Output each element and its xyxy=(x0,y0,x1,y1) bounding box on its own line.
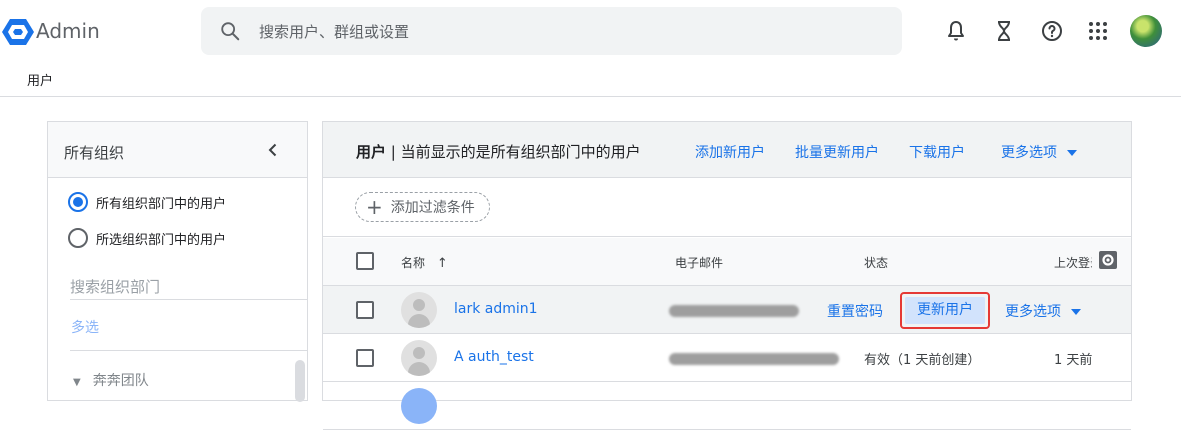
row-checkbox[interactable] xyxy=(356,349,374,367)
more-options-label: 更多选项 xyxy=(1001,145,1057,161)
column-name[interactable]: 名称 ↑ xyxy=(401,254,448,271)
header-divider xyxy=(0,96,1181,97)
sidebar-divider xyxy=(70,350,307,351)
multi-select-link[interactable]: 多选 xyxy=(71,317,99,337)
add-filter-button[interactable]: + 添加过滤条件 xyxy=(355,192,490,222)
search-input[interactable]: 搜索用户、群组或设置 xyxy=(259,21,409,42)
table-row[interactable]: lark admin1 重置密码 更新用户 更多选项 xyxy=(323,286,1131,334)
redacted-email xyxy=(669,353,839,365)
radio-all-org-users[interactable]: 所有组织部门中的用户 xyxy=(68,192,226,212)
update-user-highlight: 更新用户 xyxy=(900,292,990,329)
users-panel: 用户 | 当前显示的是所有组织部门中的用户 添加新用户 批量更新用户 下载用户 … xyxy=(322,121,1132,430)
select-all-checkbox[interactable] xyxy=(356,252,374,270)
panel-title-rest: | 当前显示的是所有组织部门中的用户 xyxy=(386,143,641,161)
bulk-update-button[interactable]: 批量更新用户 xyxy=(795,142,879,162)
user-status: 有效（1 天前创建） xyxy=(864,353,981,368)
panel-title: 用户 | 当前显示的是所有组织部门中的用户 xyxy=(356,141,641,162)
gear-icon[interactable] xyxy=(1098,250,1118,270)
user-name-link[interactable]: A auth_test xyxy=(454,349,534,365)
column-name-label: 名称 xyxy=(401,256,426,270)
app-title[interactable]: Admin xyxy=(36,19,100,43)
row-more-options-button[interactable]: 更多选项 xyxy=(1005,301,1081,321)
users-panel-header: 用户 | 当前显示的是所有组织部门中的用户 添加新用户 批量更新用户 下载用户 … xyxy=(323,122,1131,178)
filter-bar: + 添加过滤条件 xyxy=(323,179,1131,237)
row-checkbox[interactable] xyxy=(356,301,374,319)
org-tree-label: 奔奔团队 xyxy=(92,373,149,389)
breadcrumb: 用户 xyxy=(27,74,54,89)
radio-label: 所选组织部门中的用户 xyxy=(96,232,227,248)
column-status[interactable]: 状态 xyxy=(864,254,888,271)
bell-icon[interactable] xyxy=(944,19,968,43)
sidebar-title: 所有组织 xyxy=(64,144,125,162)
org-search-input[interactable]: 搜索组织部门 xyxy=(70,274,307,300)
avatar xyxy=(401,292,437,328)
more-options-button[interactable]: 更多选项 xyxy=(1001,142,1077,162)
last-login-value: 1 天前 xyxy=(1054,353,1093,368)
row-more-options-label: 更多选项 xyxy=(1005,304,1061,320)
org-tree-item[interactable]: ▼ 奔奔团队 xyxy=(73,370,149,390)
sidebar-scrollbar[interactable] xyxy=(295,360,305,402)
update-user-button[interactable]: 更新用户 xyxy=(905,297,985,324)
admin-logo-icon[interactable] xyxy=(2,18,34,46)
radio-label: 所有组织部门中的用户 xyxy=(96,196,227,212)
sort-arrow-up-icon[interactable]: ↑ xyxy=(437,256,448,271)
add-user-button[interactable]: 添加新用户 xyxy=(695,142,765,162)
radio-button[interactable] xyxy=(68,228,88,248)
search-bar[interactable]: 搜索用户、群组或设置 xyxy=(201,7,902,55)
chevron-left-icon[interactable] xyxy=(263,140,283,160)
table-row[interactable]: A auth_test 有效（1 天前创建） 1 天前 xyxy=(323,334,1131,382)
caret-down-icon xyxy=(1067,150,1077,156)
column-last-login[interactable]: 上次登录 xyxy=(1054,254,1092,271)
radio-selected-org-users[interactable]: 所选组织部门中的用户 xyxy=(68,228,226,248)
apps-grid-icon[interactable] xyxy=(1086,19,1110,43)
reset-password-button[interactable]: 重置密码 xyxy=(827,301,883,321)
add-filter-label: 添加过滤条件 xyxy=(390,200,475,216)
avatar xyxy=(401,388,437,424)
panel-title-bold: 用户 xyxy=(356,143,387,161)
hourglass-icon[interactable] xyxy=(992,19,1016,43)
download-users-button[interactable]: 下载用户 xyxy=(909,142,965,162)
redacted-email xyxy=(669,305,799,317)
avatar xyxy=(401,340,437,376)
org-sidebar: 所有组织 所有组织部门中的用户 所选组织部门中的用户 搜索组织部门 多选 ▼ 奔奔… xyxy=(47,121,308,402)
sidebar-header: 所有组织 xyxy=(48,122,307,178)
user-name-link[interactable]: lark admin1 xyxy=(454,301,538,317)
plus-icon: + xyxy=(366,195,383,219)
top-bar: Admin 搜索用户、群组或设置 xyxy=(0,0,1181,62)
radio-button-selected[interactable] xyxy=(68,192,88,212)
column-email[interactable]: 电子邮件 xyxy=(675,254,723,271)
table-row[interactable] xyxy=(323,382,1131,430)
help-icon[interactable] xyxy=(1040,19,1064,43)
caret-down-icon xyxy=(1071,309,1081,315)
table-header: 名称 ↑ 电子邮件 状态 上次登录 xyxy=(323,238,1131,286)
search-icon xyxy=(221,22,240,41)
account-avatar[interactable] xyxy=(1130,15,1162,47)
caret-down-icon[interactable]: ▼ xyxy=(73,377,81,388)
